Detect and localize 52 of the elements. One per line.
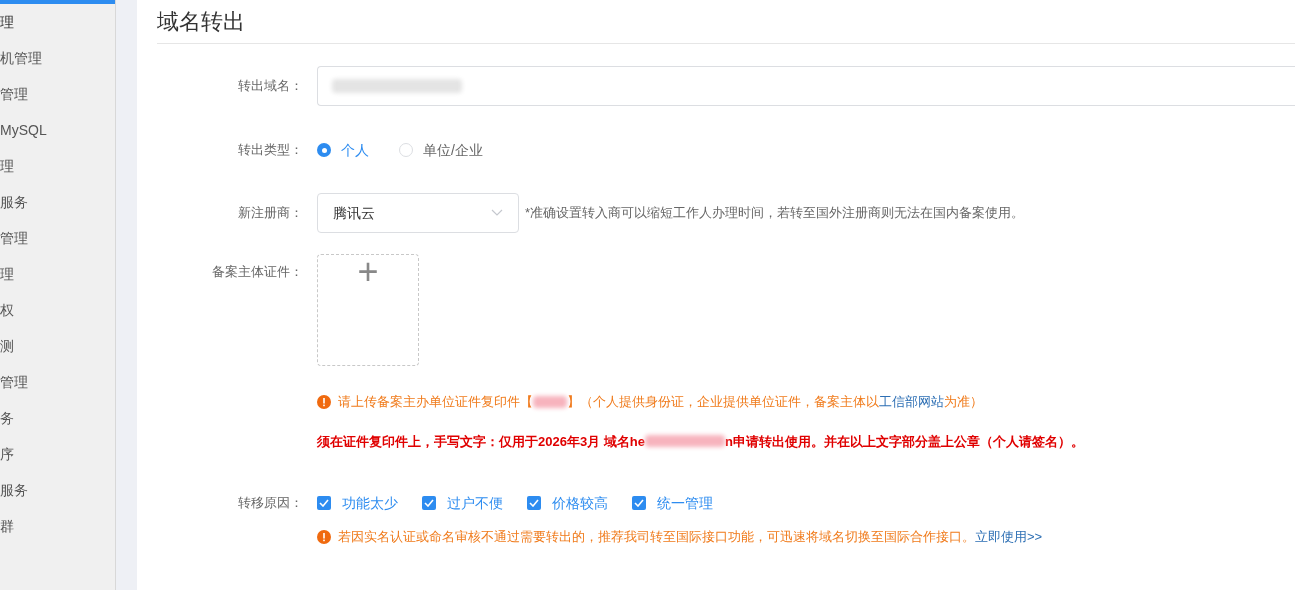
checkbox[interactable] <box>317 496 331 510</box>
warning-text: 须在证件复印件上，手写文字：仅用于2026年3月 域名he <box>317 432 645 451</box>
sidebar-item[interactable]: 理 <box>0 4 115 40</box>
warning-icon <box>317 394 331 409</box>
checkmark-icon <box>319 499 329 507</box>
radio-option[interactable]: 单位/企业 <box>399 139 483 161</box>
notice-text: 为准） <box>944 393 983 411</box>
page-title: 域名转出 <box>157 10 245 33</box>
field-label: 转移原因： <box>237 494 304 513</box>
checkbox-option[interactable]: 功能太少 <box>317 492 398 514</box>
sidebar-item[interactable]: 管理 <box>0 220 115 256</box>
field-label: 转出域名： <box>237 77 304 96</box>
registrar-select[interactable]: 腾讯云 <box>317 193 519 233</box>
checkbox[interactable] <box>422 496 436 510</box>
notice-text: 】（个人提供身份证，企业提供单位证件，备案主体以 <box>567 393 879 411</box>
radio-option[interactable]: 个人 <box>317 139 369 161</box>
warning-icon <box>317 529 331 544</box>
checkbox[interactable] <box>632 496 646 510</box>
sidebar-item[interactable]: 务 <box>0 400 115 436</box>
sidebar-item[interactable]: 群 <box>0 508 115 544</box>
tip-text: 若因实名认证或命名审核不通过需要转出的，推荐我司转至国际接口功能，可迅速将域名切换至国际合作接口。 <box>338 528 975 546</box>
field-label: 转出类型： <box>237 141 304 160</box>
sidebar-item[interactable]: 理 <box>0 256 115 292</box>
use-now-link[interactable]: 立即使用>> <box>975 527 1043 547</box>
sidebar-item[interactable]: 测 <box>0 328 115 364</box>
sidebar-item[interactable]: 管理 <box>0 364 115 400</box>
checkmark-icon <box>529 499 539 507</box>
sidebar-item[interactable]: 机管理 <box>0 40 115 76</box>
checkmark-icon <box>424 499 434 507</box>
checkbox-option[interactable]: 过户不便 <box>422 492 503 514</box>
warning-text: n申请转出使用。并在以上文字部分盖上公章（个人请签名）。 <box>724 432 1084 451</box>
checkmark-icon <box>634 499 644 507</box>
sidebar-item[interactable]: 权 <box>0 292 115 328</box>
registrar-hint: *准确设置转入商可以缩短工作人办理时间，若转至国外注册商则无法在国内备案使用。 <box>525 204 1025 223</box>
field-label: 备案主体证件： <box>211 263 304 281</box>
checkbox-option[interactable]: 统一管理 <box>632 492 713 514</box>
upload-box[interactable]: + <box>317 254 419 366</box>
chevron-down-icon <box>491 209 503 217</box>
sidebar-item[interactable]: 管理 <box>0 76 115 112</box>
sidebar-item[interactable]: 理 <box>0 148 115 184</box>
field-label: 新注册商： <box>237 204 304 223</box>
sidebar-item[interactable]: MySQL <box>0 112 115 148</box>
plus-icon: + <box>357 257 379 365</box>
notice-text: 请上传备案主办单位证件复印件【 <box>338 393 533 411</box>
sidebar-item[interactable]: 服务 <box>0 472 115 508</box>
sidebar-item[interactable]: 序 <box>0 436 115 472</box>
checkbox-option[interactable]: 价格较高 <box>527 492 608 514</box>
sidebar-item[interactable]: 服务 <box>0 184 115 220</box>
domain-input-field[interactable] <box>317 66 1295 106</box>
redacted-text <box>533 395 567 408</box>
checkbox[interactable] <box>527 496 541 510</box>
ministry-website-link[interactable]: 工信部网站 <box>879 392 944 412</box>
